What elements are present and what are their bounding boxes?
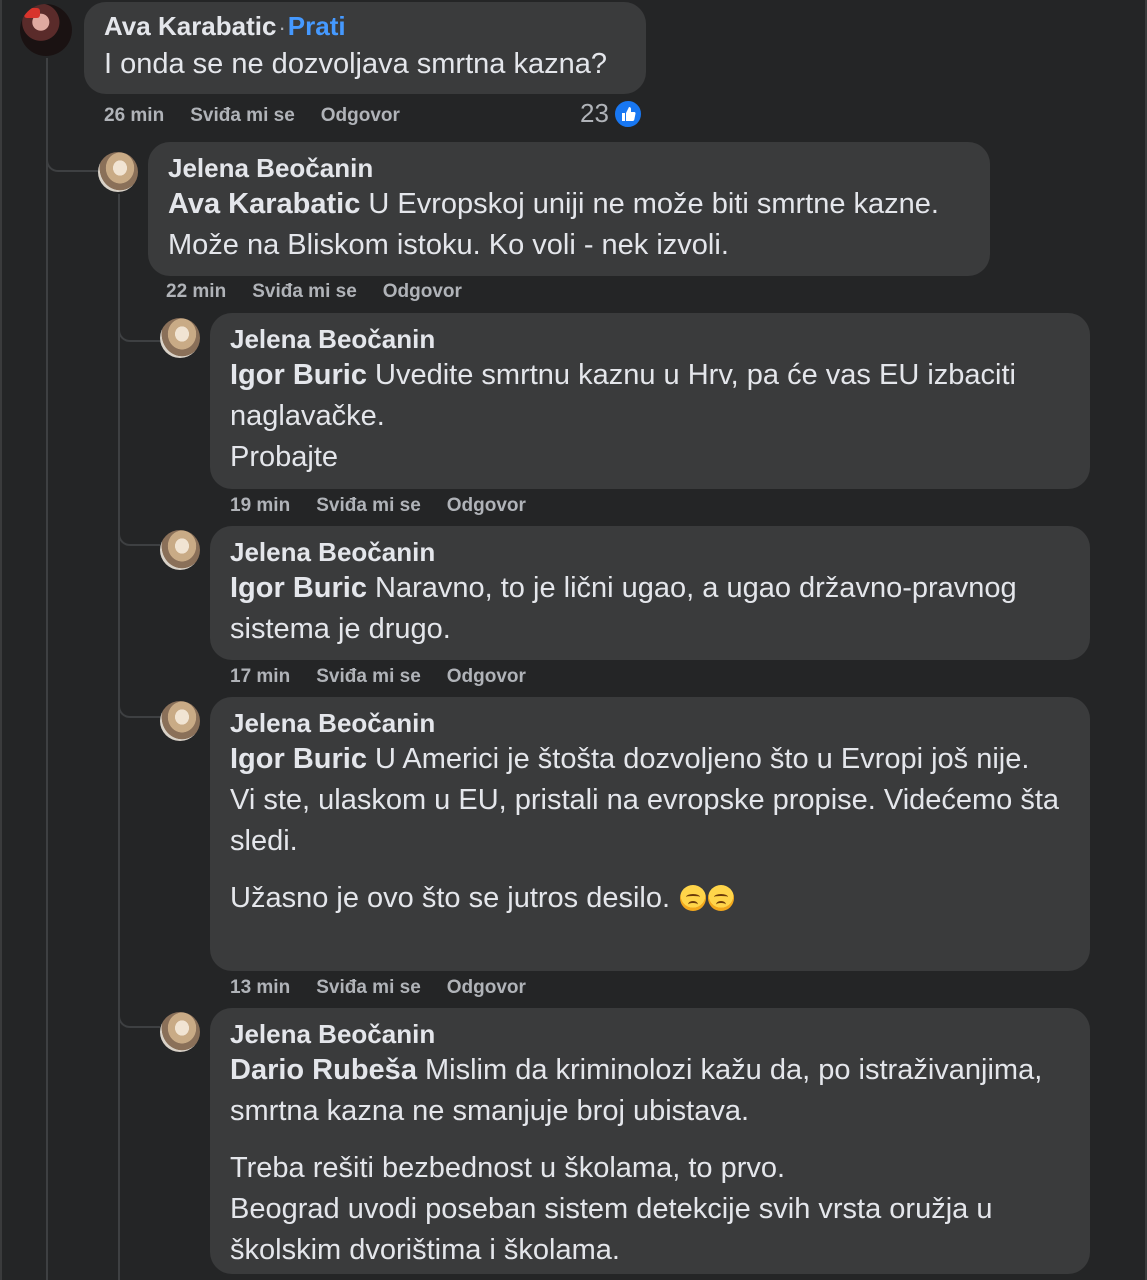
comment-time[interactable]: 19 min [230, 494, 290, 518]
thread-connector [118, 1004, 160, 1028]
comment-text-extra: Užasno je ovo što se jutros desilo. [230, 878, 1070, 919]
comment-bubble: Jelena Beočanin Ava Karabatic U Evropsko… [148, 142, 990, 276]
comment-author[interactable]: Jelena Beočanin [168, 152, 373, 184]
reaction-count: 23 [580, 98, 609, 128]
reply-button[interactable]: Odgovor [383, 280, 462, 304]
avatar[interactable] [160, 318, 200, 358]
separator-dot: · [278, 15, 286, 40]
mention-link[interactable]: Ava Karabatic [168, 188, 360, 220]
like-button[interactable]: Sviđa mi se [252, 280, 357, 304]
comment-text: Igor Buric Uvedite smrtnu kaznu u Hrv, p… [230, 355, 1070, 478]
comment-text-extra: Treba rešiti bezbednost u školama, to pr… [230, 1152, 993, 1266]
comment-text: Igor Buric Naravno, to je lični ugao, a … [230, 568, 1070, 650]
comment-bubble: Ava Karabatic·Prati I onda se ne dozvolj… [84, 2, 646, 94]
comment-bubble: Jelena Beočanin Dario Rubeša Mislim da k… [210, 1008, 1090, 1274]
follow-link[interactable]: Prati [288, 11, 346, 41]
comment-bubble: Jelena Beočanin Igor Buric Naravno, to j… [210, 526, 1090, 660]
thread-connector [46, 140, 98, 172]
comment-body: Užasno je ovo što se jutros desilo. [230, 882, 671, 914]
mention-link[interactable]: Igor Buric [230, 743, 367, 775]
reply-button[interactable]: Odgovor [447, 665, 526, 689]
thread-line-main [46, 58, 48, 1280]
comment-text: I onda se ne dozvoljava smrtna kazna? [104, 48, 607, 80]
comment-author[interactable]: Ava Karabatic [104, 10, 276, 42]
reply-button[interactable]: Odgovor [321, 104, 400, 128]
comment-text: Ava Karabatic U Evropskoj uniji ne može … [168, 184, 970, 266]
comment-time[interactable]: 26 min [104, 104, 164, 128]
thread-connector [118, 522, 160, 546]
comment-actions: 19 min Sviđa mi se Odgovor [230, 494, 526, 518]
comment-actions: 26 min Sviđa mi se Odgovor [104, 104, 400, 128]
comment-author[interactable]: Jelena Beočanin [230, 323, 435, 355]
mention-link[interactable]: Igor Buric [230, 359, 367, 391]
like-button[interactable]: Sviđa mi se [316, 665, 421, 689]
comment-author[interactable]: Jelena Beočanin [230, 1018, 435, 1050]
thread-line-nested [118, 194, 120, 1280]
comment-actions: 13 min Sviđa mi se Odgovor [230, 976, 526, 1000]
sad-face-emoji-icon [708, 885, 735, 911]
like-button[interactable]: Sviđa mi se [316, 976, 421, 1000]
like-thumb-icon [612, 98, 643, 129]
mention-link[interactable]: Igor Buric [230, 572, 367, 604]
reply-button[interactable]: Odgovor [447, 494, 526, 518]
mention-link[interactable]: Dario Rubeša [230, 1054, 417, 1086]
reaction-summary[interactable]: 23 [580, 98, 643, 129]
comment-bubble: Jelena Beočanin Igor Buric Uvedite smrtn… [210, 313, 1090, 489]
like-button[interactable]: Sviđa mi se [190, 104, 295, 128]
avatar[interactable] [160, 701, 200, 741]
comment-time[interactable]: 13 min [230, 976, 290, 1000]
thread-connector [118, 310, 160, 342]
comment-thread: Ava Karabatic·Prati I onda se ne dozvolj… [0, 0, 1147, 1280]
thread-connector [118, 694, 160, 718]
comment-author[interactable]: Jelena Beočanin [230, 536, 435, 568]
comment-author[interactable]: Jelena Beočanin [230, 707, 435, 739]
avatar[interactable] [160, 530, 200, 570]
reply-button[interactable]: Odgovor [447, 976, 526, 1000]
sad-face-emoji-icon [680, 885, 707, 911]
avatar[interactable] [160, 1012, 200, 1052]
avatar[interactable] [20, 4, 72, 56]
like-button[interactable]: Sviđa mi se [316, 494, 421, 518]
comment-time[interactable]: 17 min [230, 665, 290, 689]
avatar[interactable] [98, 152, 138, 192]
comment-time[interactable]: 22 min [166, 280, 226, 304]
comment-actions: 22 min Sviđa mi se Odgovor [166, 280, 462, 304]
comment-text: Igor Buric U Americi je štošta dozvoljen… [230, 739, 1070, 862]
comment-bubble: Jelena Beočanin Igor Buric U Americi je … [210, 697, 1090, 971]
comment-actions: 17 min Sviđa mi se Odgovor [230, 665, 526, 689]
comment-text: Dario Rubeša Mislim da kriminolozi kažu … [230, 1050, 1070, 1132]
